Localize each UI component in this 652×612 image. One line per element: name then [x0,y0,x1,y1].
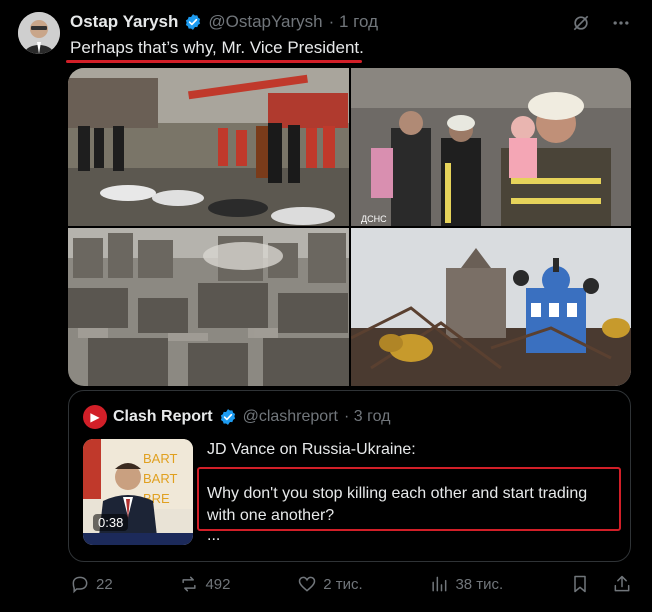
reply-button[interactable]: 22 [70,574,113,594]
clash-report-logo-icon[interactable]: ▶ [83,405,107,429]
destroyed-city-photo[interactable] [68,228,349,386]
tweet-text: Perhaps that’s why, Mr. Vice President. [70,38,364,57]
views-button[interactable]: 38 тис. [429,574,503,594]
svg-text:BART: BART [143,471,177,486]
verified-badge-icon [184,13,202,31]
like-count: 2 тис. [323,575,363,593]
media-grid: ДСНС [68,68,631,386]
rescue-scene-photo[interactable] [68,68,349,226]
heart-icon [298,576,316,592]
damaged-church-photo[interactable] [351,228,631,386]
repost-button[interactable]: 492 [179,574,230,594]
quoted-tweet[interactable]: ▶ Clash Report @clashreport · 3 год BART… [68,390,631,562]
quoted-ellipsis: ... [207,527,221,544]
views-chart-icon [432,576,447,592]
photo-caption: ДСНС [361,214,387,224]
grok-icon[interactable] [570,12,592,34]
repost-count: 492 [205,575,231,593]
quoted-body-text: Why don't you stop killing each other an… [207,485,588,524]
more-options-icon[interactable] [610,12,632,34]
svg-text:BART: BART [143,451,177,466]
action-bar: 22 492 2 тис. 38 тис. [70,574,632,594]
video-duration: 0:38 [93,514,129,531]
bookmark-icon[interactable] [570,574,590,594]
author-handle[interactable]: @OstapYarysh [208,12,322,32]
quoted-tweet-header: ▶ Clash Report @clashreport · 3 год [83,405,390,429]
tweet-time[interactable]: · 1 год [329,12,378,32]
video-thumbnail[interactable]: BART BART BRE 0:38 [83,439,193,545]
like-button[interactable]: 2 тис. [297,574,363,594]
repost-icon [182,576,197,592]
tweet-header: Ostap Yarysh @OstapYarysh · 1 год [70,12,378,32]
header-actions [570,12,632,34]
quoted-headline: JD Vance on Russia-Ukraine: [207,441,416,458]
avatar[interactable] [18,12,60,54]
verified-badge-icon [219,408,237,426]
red-underline-annotation [66,60,362,63]
bookmark-share-group [570,574,632,594]
views-count: 38 тис. [455,575,504,593]
quoted-author-handle[interactable]: @clashreport [243,408,338,426]
author-name[interactable]: Ostap Yarysh [70,12,178,32]
quoted-author-name[interactable]: Clash Report [113,408,213,426]
reply-count: 22 [96,575,113,593]
reply-icon [72,576,88,594]
firefighter-child-photo[interactable]: ДСНС [351,68,631,226]
quoted-tweet-time[interactable]: · 3 год [344,408,390,426]
share-icon[interactable] [612,574,632,594]
